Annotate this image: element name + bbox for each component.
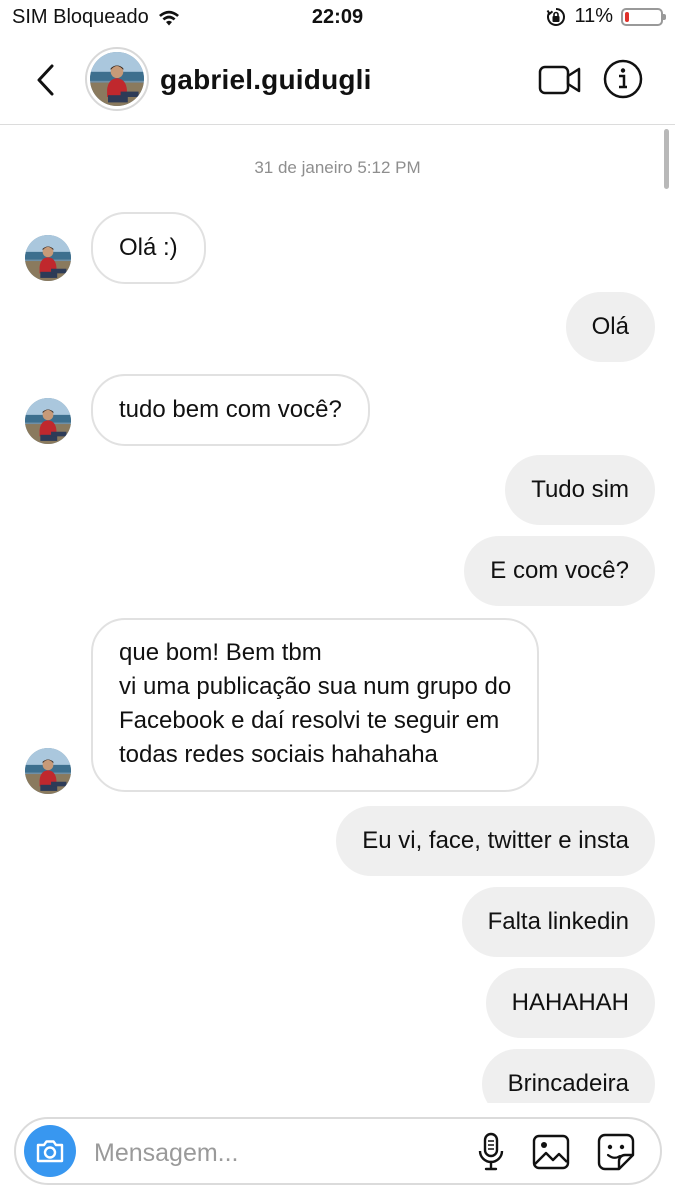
battery-level [625, 11, 629, 22]
battery-icon [621, 7, 666, 26]
message-text: HAHAHAH [511, 989, 629, 1016]
message-bubble-outgoing[interactable]: Tudo sim [505, 455, 655, 525]
message-bubble-incoming[interactable]: tudo bem com você? [91, 374, 370, 446]
message-text: E com você? [490, 557, 629, 584]
username[interactable]: gabriel.guidugli [160, 64, 372, 96]
orientation-lock-icon [547, 7, 566, 26]
battery-percent: 11% [574, 5, 613, 27]
direct-message-screen: SIM Bloqueado 22:09 11% gabriel.guidugli… [0, 0, 675, 1200]
avatar[interactable] [25, 748, 71, 794]
message-bubble-outgoing[interactable]: Brincadeira [481, 1049, 655, 1103]
status-bar: SIM Bloqueado 22:09 11% [0, 0, 675, 36]
message-bubble-outgoing[interactable]: HAHAHAH [485, 968, 655, 1038]
gallery-icon[interactable] [531, 1132, 571, 1172]
camera-button[interactable] [24, 1125, 76, 1177]
message-text: Tudo sim [531, 476, 629, 503]
message-text: Olá :) [119, 234, 178, 261]
status-right: 11% [546, 5, 666, 28]
avatar [90, 52, 144, 106]
message-thread[interactable]: 31 de janeiro 5:12 PM Olá :) Olá tudo be… [0, 125, 675, 1103]
camera-icon [36, 1140, 64, 1163]
message-bubble-outgoing[interactable]: E com você? [464, 536, 655, 606]
info-icon[interactable] [602, 58, 644, 100]
message-text: Facebook e daí resolvi te seguir em [119, 707, 500, 734]
message-text: tudo bem com você? [119, 396, 342, 423]
message-text: Falta linkedin [487, 908, 629, 935]
avatar[interactable] [25, 398, 71, 444]
message-text: Olá [591, 313, 629, 340]
message-bubble-outgoing[interactable]: Falta linkedin [461, 887, 655, 957]
chevron-left-icon[interactable] [28, 60, 64, 100]
avatar[interactable] [25, 235, 71, 281]
message-text: todas redes sociais hahahaha [119, 741, 438, 768]
message-bubble-outgoing[interactable]: Eu vi, face, twitter e insta [336, 806, 655, 876]
video-camera-icon[interactable] [538, 64, 582, 96]
message-text: Eu vi, face, twitter e insta [362, 827, 629, 854]
message-text: Brincadeira [507, 1070, 629, 1097]
message-bubble-incoming[interactable]: que bom! Bem tbm vi uma publicação sua n… [91, 618, 540, 792]
thread-timestamp: 31 de janeiro 5:12 PM [254, 158, 421, 177]
message-text: que bom! Bem tbm [119, 639, 322, 666]
header-avatar[interactable] [85, 47, 149, 111]
message-bubble-outgoing[interactable]: Olá [565, 292, 655, 362]
sticker-icon[interactable] [596, 1132, 636, 1172]
chat-header: gabriel.guidugli [0, 36, 675, 125]
message-text: vi uma publicação sua num grupo do [119, 673, 512, 700]
message-bubble-incoming[interactable]: Olá :) [91, 212, 206, 284]
message-composer [14, 1117, 662, 1185]
message-input[interactable] [92, 1133, 456, 1173]
microphone-icon[interactable] [474, 1132, 508, 1172]
